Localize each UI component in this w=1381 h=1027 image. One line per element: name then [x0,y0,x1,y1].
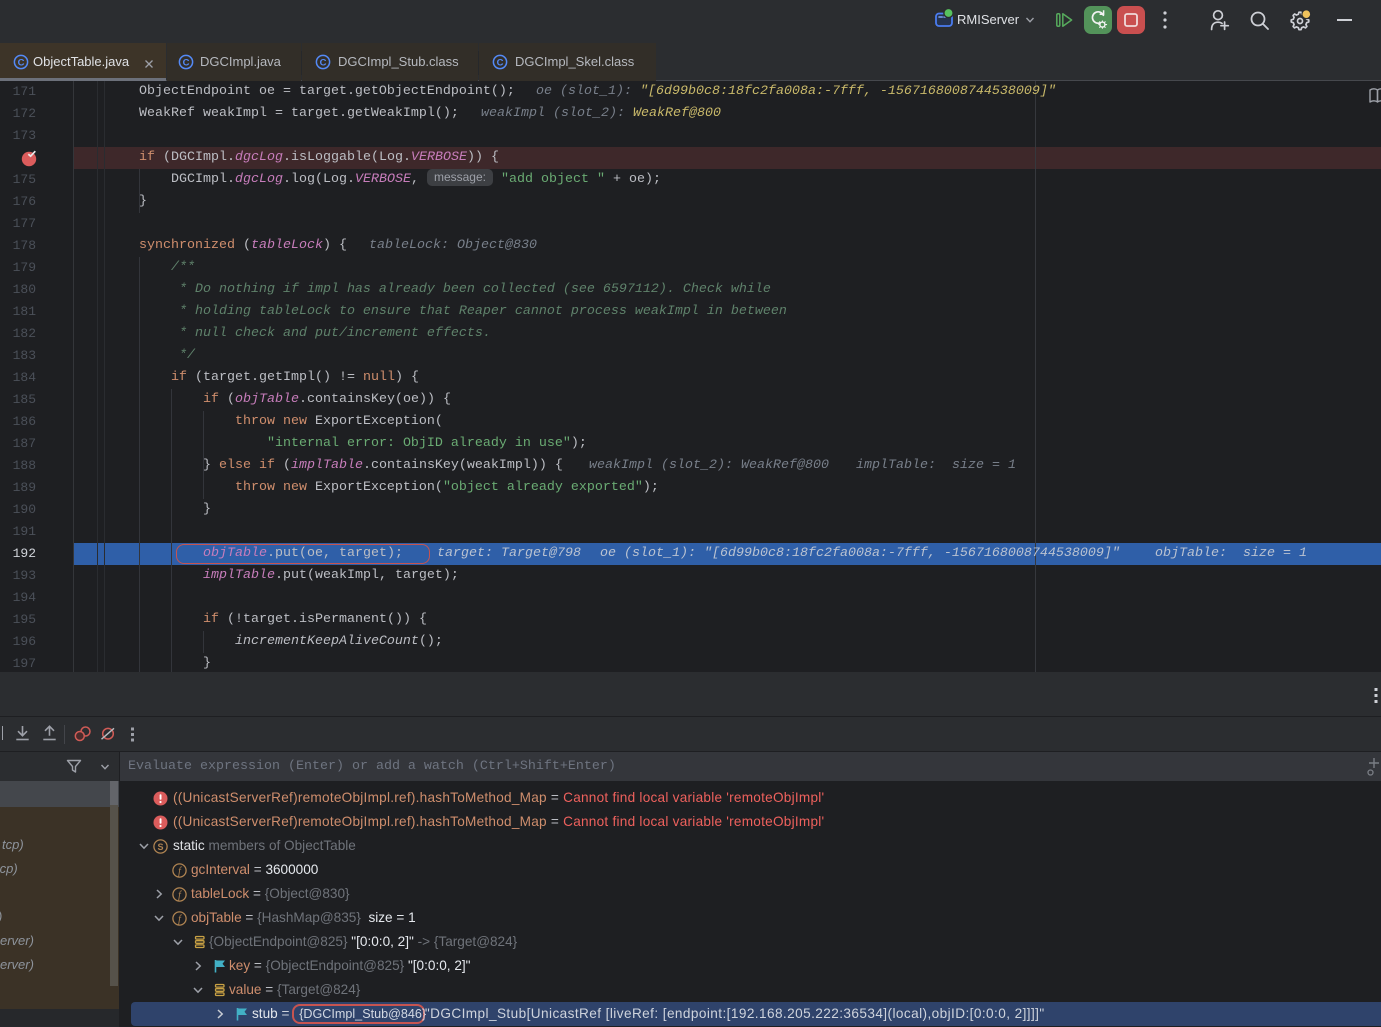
svg-text:f: f [178,866,182,877]
svg-text:C: C [183,58,190,69]
svg-text:C: C [18,58,25,69]
svg-text:C: C [497,58,504,69]
svg-text:f: f [178,890,182,901]
svg-text:C: C [320,58,327,69]
svg-text:f: f [178,914,182,925]
svg-text:S: S [157,842,163,852]
